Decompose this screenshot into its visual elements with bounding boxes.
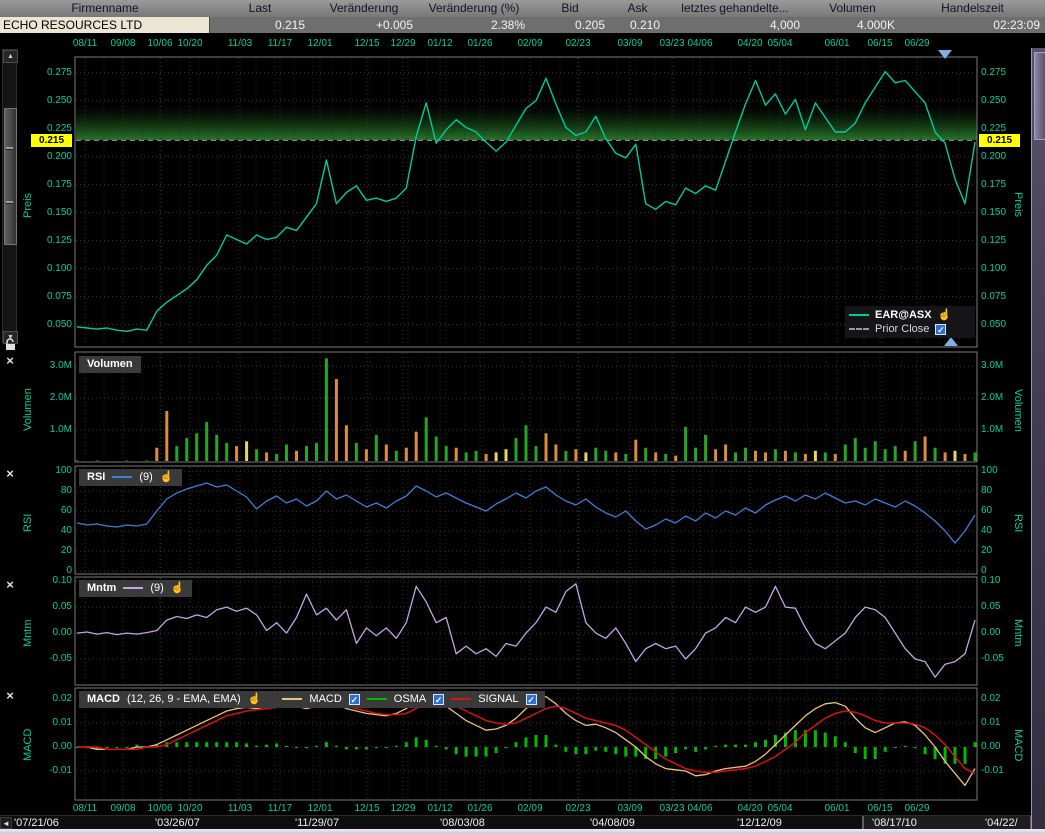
- scroll-up-icon[interactable]: ▲: [3, 50, 18, 63]
- mntm-panel-tag[interactable]: Mntm (9) ☝: [79, 580, 192, 597]
- macd-axis-label-left: MACD: [22, 700, 34, 790]
- osma-line-swatch: [367, 698, 387, 700]
- rsi-panel-title: RSI: [87, 471, 105, 483]
- volume-axis-label-right: Volumen: [1012, 365, 1024, 455]
- time-scrollbar-date: '08/03/08: [440, 817, 485, 829]
- legend-prior-close-label: Prior Close: [875, 323, 929, 335]
- time-scrollbar-date: '12/12/09: [737, 817, 782, 829]
- range-marker-top-icon[interactable]: [938, 50, 952, 59]
- last-price-tag-left: 0.215: [31, 134, 72, 147]
- legend-symbol-label: EAR@ASX: [875, 309, 932, 321]
- close-volume-panel-icon[interactable]: ×: [3, 354, 17, 368]
- volume-panel-title: Volumen: [87, 358, 133, 370]
- time-scrollbar-date: '08/17/10: [872, 817, 917, 829]
- signal-line-swatch: [451, 698, 471, 700]
- mntm-line-swatch: [123, 587, 143, 589]
- drag-hand-icon[interactable]: ☝: [160, 472, 174, 482]
- price-legend[interactable]: EAR@ASX ☝ Prior Close ✓: [845, 306, 975, 338]
- price-axis-label-right: Preis: [1012, 160, 1024, 250]
- trading-chart-window: FirmennameLastVeränderungVeränderung (%)…: [0, 0, 1045, 834]
- drag-hand-icon[interactable]: ☝: [248, 694, 262, 704]
- time-scrollbar-date: '11/29/07: [295, 817, 339, 829]
- macd-legend-signal: SIGNAL: [478, 693, 518, 705]
- macd-legend-macd: MACD: [309, 693, 341, 705]
- macd-line-swatch: [282, 698, 302, 700]
- time-scrollbar[interactable]: '07/21/06 '03/26/07 '11/29/07 '08/03/08 '04/…: [0, 815, 1045, 829]
- rsi-axis-label-left: RSI: [22, 478, 34, 568]
- time-scrollbar-date: '07/21/06: [14, 817, 59, 829]
- volume-axis-label-left: Volumen: [22, 365, 34, 455]
- volume-panel-tag[interactable]: Volumen: [79, 356, 141, 373]
- macd-param: (12, 26, 9 - EMA, EMA): [127, 693, 241, 705]
- rsi-axis-label-right: RSI: [1012, 478, 1024, 568]
- rsi-panel-tag[interactable]: RSI (9) ☝: [79, 469, 182, 486]
- scroll-left-icon[interactable]: ◄: [0, 817, 12, 829]
- price-line-swatch: [849, 314, 869, 316]
- price-axis-label-left: Preis: [22, 160, 34, 250]
- prior-close-checkbox[interactable]: ✓: [935, 324, 946, 335]
- mntm-param: (9): [150, 582, 163, 594]
- prior-close-swatch: [849, 328, 869, 330]
- time-scrollbar-date: '04/22/: [985, 817, 1018, 829]
- mntm-panel-title: Mntm: [87, 582, 116, 594]
- mntm-axis-label-right: Mntm: [1012, 588, 1024, 678]
- legend-row-prior-close[interactable]: Prior Close ✓: [849, 322, 971, 336]
- window-scrollbar-thumb[interactable]: [1034, 52, 1045, 140]
- macd-axis-label-right: MACD: [1012, 700, 1024, 790]
- macd-panel-tag[interactable]: MACD (12, 26, 9 - EMA, EMA) ☝ MACD ✓ OSM…: [79, 691, 545, 708]
- rsi-line-swatch: [112, 476, 132, 478]
- time-scrollbar-date: '04/08/09: [590, 817, 635, 829]
- close-macd-panel-icon[interactable]: ×: [3, 689, 17, 703]
- unlock-icon[interactable]: [4, 338, 17, 351]
- mntm-axis-label-left: Mntm: [22, 588, 34, 678]
- close-rsi-panel-icon[interactable]: ×: [3, 467, 17, 481]
- macd-legend-osma: OSMA: [394, 693, 426, 705]
- drag-hand-icon[interactable]: ☝: [171, 583, 185, 593]
- macd-checkbox[interactable]: ✓: [349, 694, 360, 705]
- drag-hand-icon[interactable]: ☝: [938, 310, 952, 320]
- time-scrollbar-date: '03/26/07: [155, 817, 200, 829]
- range-marker-bottom-icon[interactable]: [944, 337, 958, 346]
- scrollbar-thumb[interactable]: [4, 108, 17, 245]
- window-bottom-edge: [0, 829, 1045, 834]
- signal-checkbox[interactable]: ✓: [526, 694, 537, 705]
- legend-row-symbol[interactable]: EAR@ASX ☝: [849, 308, 971, 322]
- osma-checkbox[interactable]: ✓: [433, 694, 444, 705]
- price-vertical-scrollbar[interactable]: ▲ ▼: [2, 49, 17, 343]
- macd-panel-title: MACD: [87, 693, 120, 705]
- last-price-tag-right: 0.215: [979, 134, 1020, 147]
- close-mntm-panel-icon[interactable]: ×: [3, 578, 17, 592]
- rsi-param: (9): [139, 471, 152, 483]
- window-right-scrollbar[interactable]: [1031, 48, 1045, 829]
